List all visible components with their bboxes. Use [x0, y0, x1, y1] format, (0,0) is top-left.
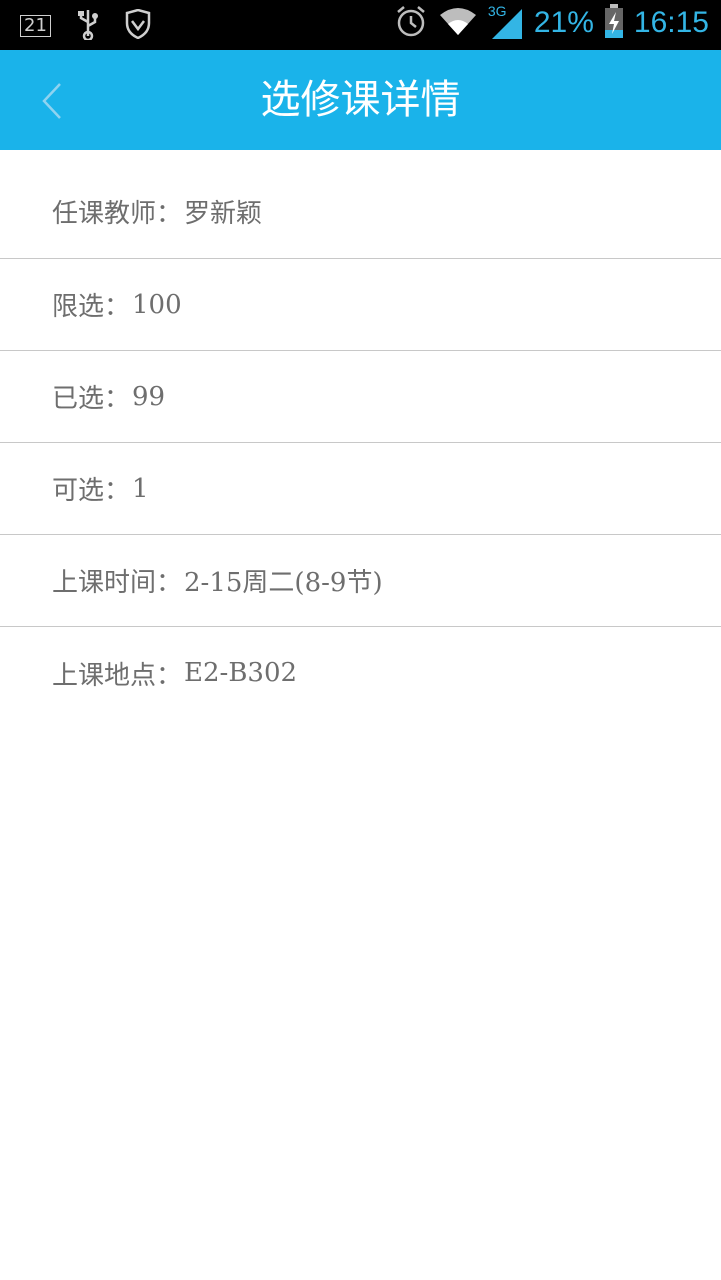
- back-button[interactable]: [30, 78, 76, 124]
- selected-row: 已选： 99: [0, 351, 721, 443]
- clock: 16:15: [633, 6, 709, 39]
- quota-row: 限选： 100: [0, 259, 721, 351]
- class-time-value: 2-15周二(8-9节): [184, 568, 383, 598]
- shield-icon: [125, 8, 151, 43]
- class-time-row: 上课时间： 2-15周二(8-9节): [0, 535, 721, 627]
- usb-icon: [77, 8, 99, 44]
- page-title: 选修课详情: [260, 77, 461, 123]
- alarm-icon: [394, 4, 428, 42]
- battery-charging-icon: [604, 4, 624, 42]
- course-detail-list: 任课教师： 罗新颖 限选： 100 已选： 99 可选： 1 上课时间： 2-1…: [0, 150, 721, 719]
- selected-label: 已选：: [52, 384, 131, 414]
- signal-3g-icon: 3G: [488, 3, 524, 41]
- teacher-label: 任课教师：: [52, 198, 183, 229]
- chevron-left-icon: [42, 83, 61, 119]
- class-location-label: 上课地点：: [52, 660, 183, 691]
- status-bar: 21 3G 21% 16:15: [0, 0, 721, 50]
- quota-value: 100: [132, 289, 182, 320]
- app-bar: 选修课详情: [0, 50, 721, 150]
- class-location-row: 上课地点： E2-B302: [0, 627, 721, 719]
- available-row: 可选： 1: [0, 443, 721, 535]
- teacher-row: 任课教师： 罗新颖: [0, 150, 721, 259]
- available-label: 可选：: [52, 476, 131, 506]
- notification-count-icon: 21: [20, 15, 51, 37]
- selected-value: 99: [132, 381, 166, 412]
- class-location-value: E2-B302: [184, 658, 298, 688]
- teacher-value: 罗新颖: [184, 198, 263, 229]
- battery-percent: 21%: [533, 6, 594, 39]
- class-time-label: 上课时间：: [52, 568, 183, 598]
- wifi-icon: [438, 5, 478, 41]
- available-value: 1: [132, 473, 149, 504]
- quota-label: 限选：: [52, 292, 131, 322]
